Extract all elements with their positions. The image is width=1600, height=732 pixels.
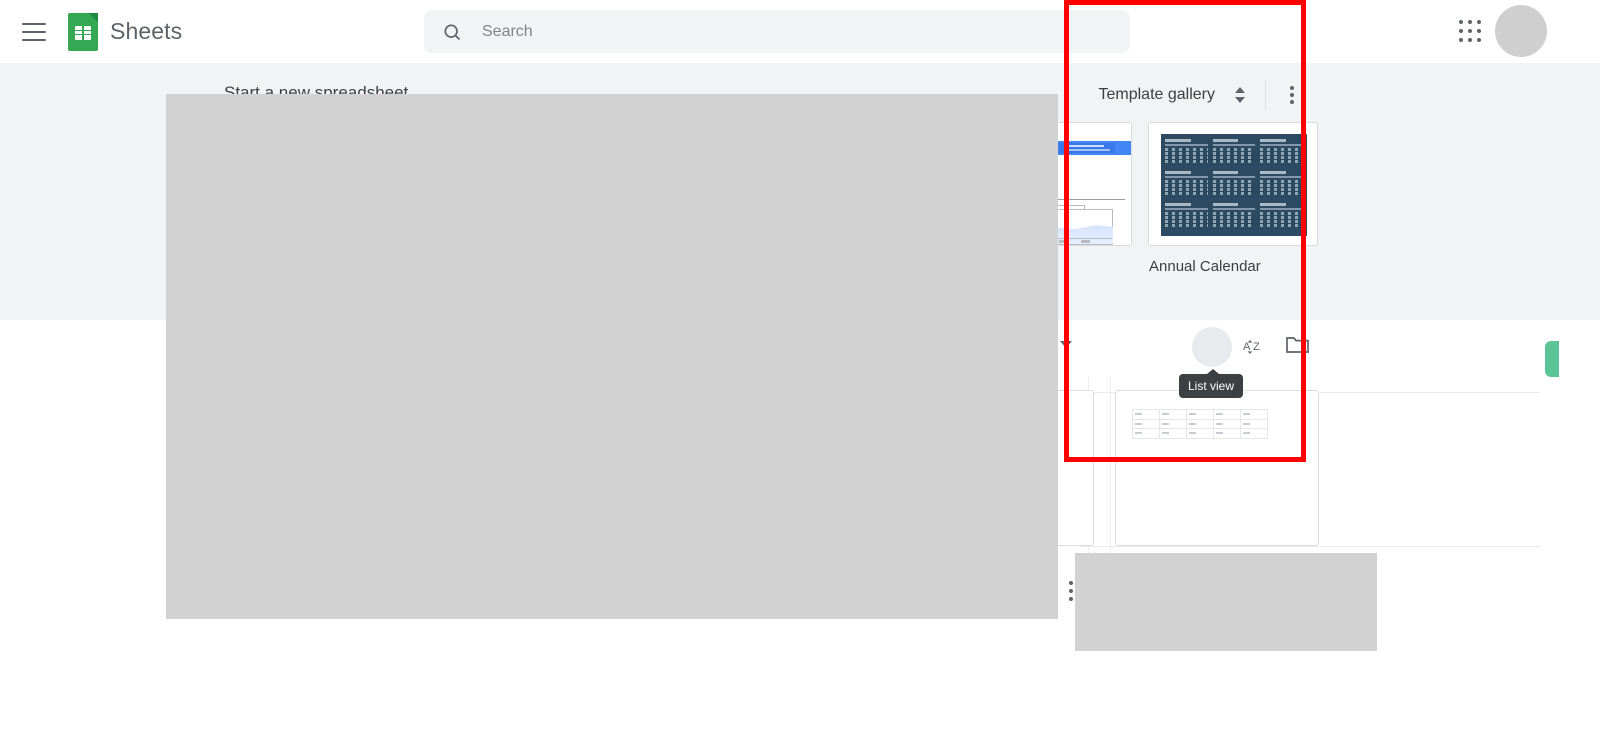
template-label-annual-calendar: Annual Calendar: [1149, 258, 1261, 275]
avatar[interactable]: [1495, 5, 1547, 57]
app-title: Sheets: [110, 18, 183, 44]
open-file-picker-icon[interactable]: [1285, 334, 1311, 358]
sheets-logo-icon: [68, 12, 98, 51]
list-view-tooltip: List view: [1179, 369, 1244, 398]
document-thumbnail: [1132, 409, 1268, 439]
hamburger-menu-icon[interactable]: [22, 22, 46, 41]
investment-button-line-2: [1064, 148, 1110, 151]
gallery-controls: Template gallery: [1099, 80, 1305, 110]
brand[interactable]: Sheets: [68, 12, 183, 51]
chevron-up-down-icon[interactable]: [1229, 82, 1251, 108]
list-row-separator-bottom: [1080, 546, 1540, 547]
list-view-toggle-button[interactable]: [1192, 327, 1232, 367]
occlusion-block-bottom: [1075, 553, 1377, 651]
divider: [1265, 80, 1266, 110]
svg-text:A: A: [1243, 341, 1251, 353]
search-icon: [442, 22, 462, 42]
svg-text:Z: Z: [1253, 341, 1260, 353]
apps-grid-icon[interactable]: [1459, 20, 1483, 44]
search-bar[interactable]: Search: [424, 10, 1130, 53]
new-spreadsheet-fab[interactable]: [1545, 341, 1559, 377]
template-card-annual-calendar[interactable]: [1148, 122, 1318, 246]
occlusion-block-main: [166, 94, 1058, 619]
template-gallery-label[interactable]: Template gallery: [1099, 86, 1216, 104]
page-root: Sheets Search Start a new spreadsheet Te…: [0, 0, 1600, 732]
document-card[interactable]: [1115, 390, 1319, 546]
search-input[interactable]: Search: [482, 23, 533, 41]
annual-calendar-thumbnail: [1161, 134, 1307, 236]
owner-filter-caret-icon[interactable]: [1060, 341, 1072, 348]
more-vertical-icon[interactable]: [1280, 83, 1304, 107]
sort-az-icon[interactable]: A Z: [1241, 333, 1269, 359]
investment-button-line-1: [1064, 144, 1104, 147]
list-row-more-vertical-icon[interactable]: [1064, 580, 1078, 602]
